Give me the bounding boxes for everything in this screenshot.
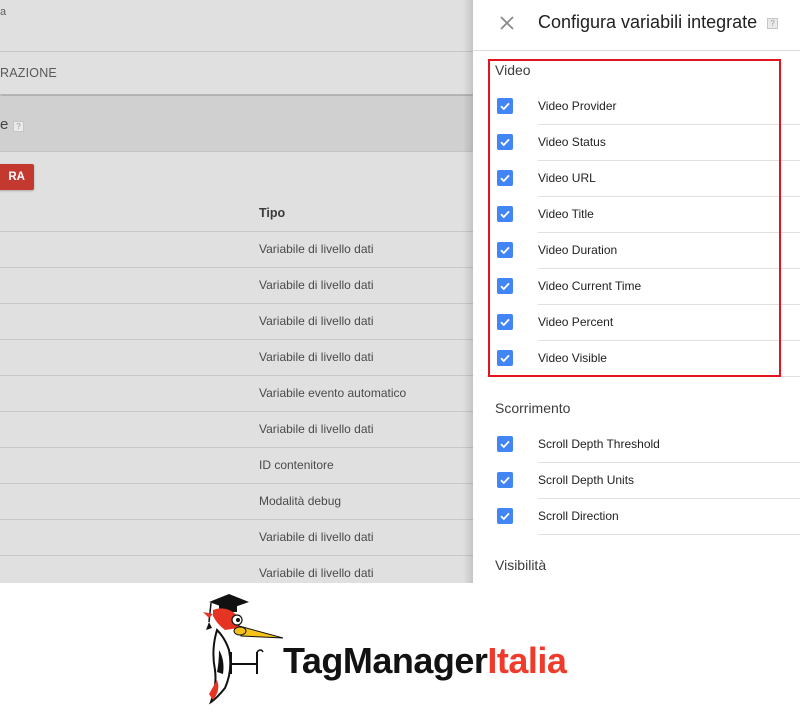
variables-table: Variabile di livello dati Variabile di l… [0, 232, 473, 583]
table-row[interactable]: Variabile di livello dati [0, 340, 473, 376]
row-type: ID contenitore [259, 458, 334, 472]
logo-wordmark: TagManagerItalia [283, 640, 567, 682]
checkbox-checked[interactable] [497, 314, 513, 330]
checkbox-label: Video Status [538, 135, 606, 149]
check-icon [500, 318, 510, 327]
checkbox-checked[interactable] [497, 436, 513, 452]
checkbox-checked[interactable] [497, 98, 513, 114]
checkbox-item-video-title[interactable]: Video Title [473, 197, 800, 233]
table-row[interactable]: Variabile di livello dati [0, 304, 473, 340]
checkbox-item-scroll-depth-threshold[interactable]: Scroll Depth Threshold [473, 427, 800, 463]
checkbox-checked[interactable] [497, 134, 513, 150]
help-icon[interactable]: ? [767, 18, 778, 29]
column-header-tipo[interactable]: Tipo [259, 206, 285, 220]
background-action-button[interactable]: RA [0, 164, 34, 190]
divider [538, 376, 800, 377]
checkbox-item-video-status[interactable]: Video Status [473, 125, 800, 161]
table-header: Tipo [0, 196, 473, 232]
close-icon [500, 16, 514, 30]
screenshot-area: a RAZIONE e ? RA Tipo Variabile di livel… [0, 0, 800, 583]
check-icon [500, 102, 510, 111]
group-title-video: Video [495, 62, 531, 78]
check-icon [500, 476, 510, 485]
background-header-text: a [0, 6, 7, 18]
checkbox-label: Video Current Time [538, 279, 642, 293]
checkbox-item-scroll-depth-units[interactable]: Scroll Depth Units [473, 463, 800, 499]
woodpecker-graduate-icon [203, 594, 284, 705]
table-row[interactable]: Variabile evento automatico [0, 376, 473, 412]
checkbox-item-video-duration[interactable]: Video Duration [473, 233, 800, 269]
check-icon [500, 210, 510, 219]
check-icon [500, 174, 510, 183]
table-row[interactable]: Modalità debug [0, 484, 473, 520]
check-icon [500, 512, 510, 521]
logo-text-red: Italia [487, 640, 567, 681]
background-nav-label: RAZIONE [0, 66, 57, 80]
checkbox-label: Video Title [538, 207, 594, 221]
row-type: Variabile evento automatico [259, 386, 407, 400]
checkbox-checked[interactable] [497, 278, 513, 294]
checkbox-label: Video Percent [538, 315, 614, 329]
checkbox-checked[interactable] [497, 350, 513, 366]
checkbox-label: Scroll Direction [538, 509, 619, 523]
checkbox-label: Video Visible [538, 351, 607, 365]
checkbox-checked[interactable] [497, 508, 513, 524]
checkbox-label: Video Provider [538, 99, 617, 113]
row-type: Variabile di livello dati [259, 242, 374, 256]
row-type: Variabile di livello dati [259, 422, 374, 436]
builtin-variables-panel: Configura variabili integrate ? Video Vi… [473, 0, 800, 583]
row-type: Variabile di livello dati [259, 566, 374, 580]
check-icon [500, 282, 510, 291]
checkbox-item-video-url[interactable]: Video URL [473, 161, 800, 197]
row-type: Variabile di livello dati [259, 314, 374, 328]
table-row[interactable]: Variabile di livello dati [0, 556, 473, 583]
checkbox-item-video-percent[interactable]: Video Percent [473, 305, 800, 341]
close-button[interactable] [496, 12, 518, 34]
checkbox-label: Scroll Depth Threshold [538, 437, 660, 451]
check-icon [500, 138, 510, 147]
table-row[interactable]: ID contenitore [0, 448, 473, 484]
brand-logo: TagManagerItalia [195, 590, 615, 705]
checkbox-item-scroll-direction[interactable]: Scroll Direction [473, 499, 800, 535]
checkbox-item-video-current-time[interactable]: Video Current Time [473, 269, 800, 305]
row-type: Modalità debug [259, 494, 342, 508]
panel-header: Configura variabili integrate ? [473, 0, 800, 51]
table-row[interactable]: Variabile di livello dati [0, 520, 473, 556]
background-section-title: e [0, 116, 9, 133]
checkbox-checked[interactable] [497, 170, 513, 186]
checkbox-label: Scroll Depth Units [538, 473, 635, 487]
checkbox-label: Video URL [538, 171, 596, 185]
checkbox-item-video-provider[interactable]: Video Provider [473, 89, 800, 125]
group-title-scorrimento: Scorrimento [495, 400, 571, 416]
background-section-header: e ? [0, 96, 473, 152]
divider [538, 534, 800, 535]
table-row[interactable]: Variabile di livello dati [0, 412, 473, 448]
logo-text-dark: TagManager [283, 640, 488, 681]
row-type: Variabile di livello dati [259, 278, 374, 292]
check-icon [500, 440, 510, 449]
row-type: Variabile di livello dati [259, 530, 374, 544]
checkbox-item-video-visible[interactable]: Video Visible [473, 341, 800, 377]
background-header: a [0, 0, 473, 52]
checkbox-checked[interactable] [497, 242, 513, 258]
checkbox-label: Video Duration [538, 243, 618, 257]
check-icon [500, 354, 510, 363]
table-row[interactable]: Variabile di livello dati [0, 268, 473, 304]
table-row[interactable]: Variabile di livello dati [0, 232, 473, 268]
help-icon[interactable]: ? [13, 121, 24, 132]
background-page: a RAZIONE e ? RA Tipo Variabile di livel… [0, 0, 473, 583]
row-type: Variabile di livello dati [259, 350, 374, 364]
check-icon [500, 246, 510, 255]
checkbox-checked[interactable] [497, 472, 513, 488]
checkbox-checked[interactable] [497, 206, 513, 222]
panel-shadow [463, 0, 473, 583]
background-nav-tab[interactable]: RAZIONE [0, 52, 473, 95]
group-title-visibilita: Visibilità [495, 557, 547, 573]
panel-title: Configura variabili integrate [538, 12, 758, 32]
